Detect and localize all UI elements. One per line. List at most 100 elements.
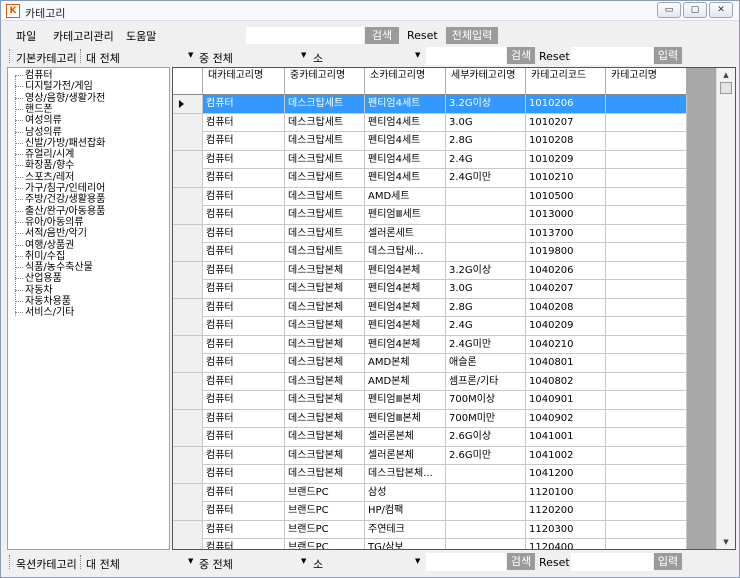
table-row[interactable]: 컴퓨터 데스크탑세트 펜티엄4세트 2.8G 1010208 — [173, 132, 716, 151]
cell-category-name[interactable] — [606, 465, 687, 483]
cell-small-category[interactable]: 펜티엄4세트 — [365, 132, 446, 150]
tree-item[interactable]: 컴퓨터 — [12, 70, 53, 81]
cell-detail-category[interactable]: 3.2G이상 — [446, 95, 526, 113]
table-row[interactable]: 컴퓨터 데스크탑본체 펜티엄4본체 3.0G 1040207 — [173, 280, 716, 299]
table-row[interactable]: 컴퓨터 데스크탑본체 펜티엄4본체 3.2G이상 1040206 — [173, 261, 716, 280]
row-header[interactable] — [173, 206, 203, 224]
cell-small-category[interactable]: 데스크탑세... — [365, 243, 446, 261]
tree-item[interactable]: 서적/음반/악기 — [12, 228, 87, 239]
cell-mid-category[interactable]: 데스크탑본체 — [285, 354, 365, 372]
row-header[interactable] — [173, 391, 203, 409]
cell-mid-category[interactable]: 데스크탑본체 — [285, 446, 365, 465]
cell-small-category[interactable]: 셀러론세트 — [365, 224, 446, 243]
row-header[interactable] — [173, 539, 203, 549]
cell-detail-category[interactable]: 2.4G — [446, 317, 526, 335]
auction-search-button[interactable]: 검색 — [507, 553, 535, 570]
table-row[interactable]: 컴퓨터 데스크탑세트 펜티엄4세트 3.2G이상 1010206 — [173, 95, 716, 114]
cell-category-code[interactable]: 1013000 — [526, 206, 606, 224]
cell-category-code[interactable]: 1041001 — [526, 428, 606, 446]
cell-detail-category[interactable]: 2.8G — [446, 298, 526, 317]
cell-category-name[interactable] — [606, 224, 687, 243]
menu-help[interactable]: 도움말 — [126, 28, 156, 44]
cell-small-category[interactable]: 데스크탑본체... — [365, 465, 446, 483]
cell-category-code[interactable]: 1010500 — [526, 187, 606, 206]
cell-category-code[interactable]: 1040801 — [526, 354, 606, 372]
cell-detail-category[interactable] — [446, 483, 526, 502]
scroll-up-icon[interactable]: ▲ — [717, 68, 735, 82]
cell-mid-category[interactable]: 데스크탑본체 — [285, 335, 365, 354]
cell-detail-category[interactable]: 2.6G미만 — [446, 446, 526, 465]
cell-big-category[interactable]: 컴퓨터 — [203, 280, 285, 298]
cell-category-code[interactable]: 1010209 — [526, 150, 606, 169]
cell-category-name[interactable] — [606, 372, 687, 391]
cell-detail-category[interactable] — [446, 187, 526, 206]
table-row[interactable]: 컴퓨터 데스크탑본체 데스크탑본체... 1041200 — [173, 465, 716, 484]
auction-reset-button[interactable]: Reset — [539, 556, 570, 569]
cell-mid-category[interactable]: 데스크탑세트 — [285, 150, 365, 169]
scroll-thumb[interactable] — [720, 82, 732, 94]
row-header[interactable] — [173, 446, 203, 465]
cell-small-category[interactable]: 삼성 — [365, 483, 446, 502]
cell-mid-category[interactable]: 데스크탑세트 — [285, 187, 365, 206]
tree-item[interactable]: 자동차용품 — [12, 296, 71, 307]
cell-big-category[interactable]: 컴퓨터 — [203, 243, 285, 261]
row-header[interactable] — [173, 169, 203, 187]
cell-big-category[interactable]: 컴퓨터 — [203, 391, 285, 409]
auction-big-select[interactable]: 대 전체 — [86, 556, 120, 572]
top-search-button[interactable]: 검색 — [365, 27, 399, 44]
cell-big-category[interactable]: 컴퓨터 — [203, 520, 285, 539]
tree-item[interactable]: 식품/농수축산물 — [12, 262, 93, 273]
cell-detail-category[interactable]: 2.4G — [446, 150, 526, 169]
cell-small-category[interactable]: 펜티엄4본체 — [365, 298, 446, 317]
auction-mid-select[interactable]: 중 전체 — [199, 556, 233, 572]
cell-category-code[interactable]: 1010210 — [526, 169, 606, 187]
cell-detail-category[interactable]: 3.0G — [446, 280, 526, 298]
cell-category-name[interactable] — [606, 169, 687, 187]
vertical-scrollbar[interactable]: ▲ ▼ — [716, 68, 735, 549]
row-header[interactable] — [173, 335, 203, 354]
cell-detail-category[interactable]: 2.4G미만 — [446, 335, 526, 354]
cell-category-name[interactable] — [606, 187, 687, 206]
cell-detail-category[interactable]: 3.2G이상 — [446, 261, 526, 280]
cell-category-name[interactable] — [606, 206, 687, 224]
tree-item[interactable]: 자동차 — [12, 285, 53, 296]
cell-small-category[interactable]: 펜티엄Ⅲ본체 — [365, 409, 446, 428]
table-row[interactable]: 컴퓨터 데스크탑본체 펜티엄4본체 2.4G 1040209 — [173, 317, 716, 336]
cell-small-category[interactable]: AMD세트 — [365, 187, 446, 206]
scroll-down-icon[interactable]: ▼ — [717, 535, 735, 549]
basic-input-button[interactable]: 입력 — [654, 47, 682, 64]
header-detail-category[interactable]: 세부카테고리명 — [446, 68, 526, 95]
row-header[interactable] — [173, 280, 203, 298]
cell-big-category[interactable]: 컴퓨터 — [203, 95, 285, 113]
cell-small-category[interactable]: 펜티엄4본체 — [365, 280, 446, 298]
mid-dropdown-icon[interactable]: ▼ — [301, 51, 306, 59]
cell-mid-category[interactable]: 브랜드PC — [285, 539, 365, 549]
tree-item[interactable]: 화장품/향수 — [12, 160, 74, 171]
cell-small-category[interactable]: 펜티엄Ⅲ본체 — [365, 391, 446, 409]
cell-big-category[interactable]: 컴퓨터 — [203, 428, 285, 446]
cell-category-name[interactable] — [606, 483, 687, 502]
row-header[interactable] — [173, 465, 203, 483]
cell-big-category[interactable]: 컴퓨터 — [203, 465, 285, 483]
cell-detail-category[interactable] — [446, 502, 526, 520]
cell-category-code[interactable]: 1040210 — [526, 335, 606, 354]
cell-detail-category[interactable] — [446, 243, 526, 261]
cell-mid-category[interactable]: 데스크탑세트 — [285, 95, 365, 113]
cell-detail-category[interactable]: 700M미만 — [446, 409, 526, 428]
cell-category-code[interactable]: 1040207 — [526, 280, 606, 298]
cell-mid-category[interactable]: 데스크탑본체 — [285, 372, 365, 391]
cell-mid-category[interactable]: 브랜드PC — [285, 483, 365, 502]
cell-small-category[interactable]: TG/삼보 — [365, 539, 446, 549]
cell-big-category[interactable]: 컴퓨터 — [203, 317, 285, 335]
minimize-button[interactable]: ▭ — [657, 2, 681, 18]
table-row[interactable]: 컴퓨터 데스크탑본체 AMD본체 셈프론/기타 1040802 — [173, 372, 716, 391]
tree-item[interactable]: 출산/완구/아동용품 — [12, 206, 105, 217]
cell-big-category[interactable]: 컴퓨터 — [203, 483, 285, 502]
cell-big-category[interactable]: 컴퓨터 — [203, 446, 285, 465]
cell-mid-category[interactable]: 데스크탑본체 — [285, 280, 365, 298]
cell-detail-category[interactable]: 2.4G미만 — [446, 169, 526, 187]
cell-small-category[interactable]: 펜티엄4본체 — [365, 261, 446, 280]
row-header[interactable] — [173, 224, 203, 243]
cell-category-name[interactable] — [606, 520, 687, 539]
table-row[interactable]: 컴퓨터 데스크탑본체 펜티엄4본체 2.8G 1040208 — [173, 298, 716, 317]
